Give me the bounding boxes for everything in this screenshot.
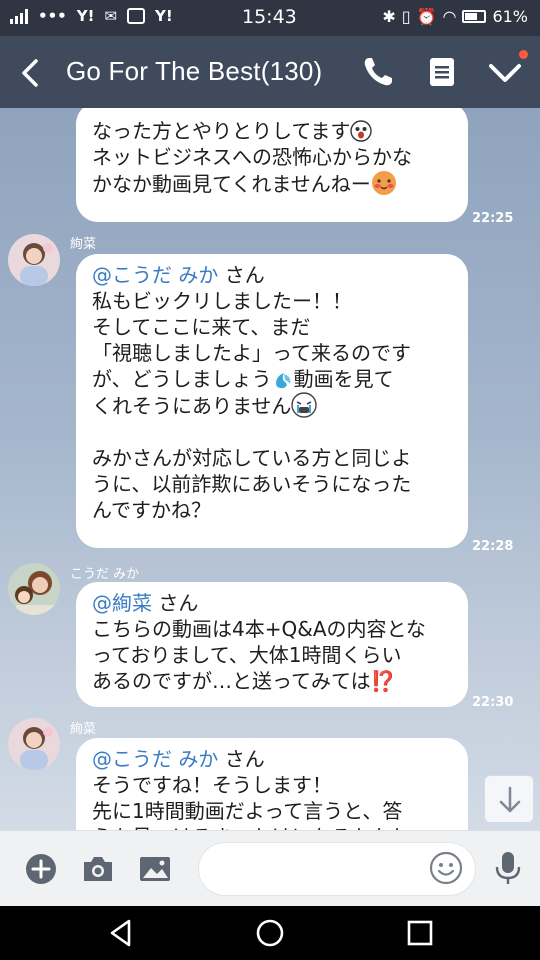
message-line: みかさんが対応している方と同じよ うに、以前詐欺にあいそうになった んですかね？ (92, 446, 412, 522)
message-bubble[interactable]: @絢菜 さん こちらの動画は4本+Q&Aの内容とな っておりまして、大体1時間く… (76, 582, 468, 707)
sender-name: こうだ みか (70, 567, 140, 582)
scroll-to-bottom-button[interactable] (484, 775, 534, 823)
instagram-icon (127, 8, 146, 24)
plus-icon[interactable] (23, 851, 59, 887)
sweat-drop-emoji-icon (275, 373, 291, 389)
carrier-b: Y! (155, 7, 173, 25)
message-text: @こうだ みか さん 私もビックリしましたー！！ そしてここに来て、まだ 「視聴… (92, 262, 454, 523)
alarm-icon: ⏰ (416, 7, 437, 26)
message-line: そうですね！そうします！ 先に1時間動画だよって言うと、答 えを見つけるきっかけ… (92, 773, 411, 830)
scared-emoji-icon (350, 120, 373, 142)
message-text: @こうだ みか さん そうですね！そうします！ 先に1時間動画だよって言うと、答… (92, 746, 454, 830)
status-bar: ••• Y! ✉ Y! 15:43 ✱ ▯ ⏰ ◠ 61% (0, 0, 540, 36)
mail-icon: ✉ (104, 7, 118, 25)
camera-icon[interactable] (80, 851, 116, 887)
mention-suffix: さん (218, 263, 265, 287)
message-bubble[interactable]: なった方とやりとりしてます ネットビジネスへの恐怖心からかな かなか動画見てくれ… (76, 108, 468, 222)
chat-header: Go For The Best(130) (0, 36, 540, 108)
message-input-bar (0, 830, 540, 906)
carrier-a: Y! (76, 7, 95, 25)
message-time: 22:30 (472, 695, 514, 710)
image-icon[interactable] (137, 851, 173, 887)
avatar[interactable] (8, 234, 60, 286)
sender-name: 絢菜 (70, 722, 97, 737)
battery-percent: 61% (492, 7, 528, 26)
chat-area[interactable]: なった方とやりとりしてます ネットビジネスへの恐怖心からかな かなか動画見てくれ… (0, 108, 540, 830)
nav-back-icon[interactable] (104, 916, 138, 950)
battery-icon (462, 10, 487, 23)
message-line: ネットビジネスへの恐怖心からかな かなか動画見てくれませんねー (92, 145, 412, 196)
message-bubble[interactable]: @こうだ みか さん そうですね！そうします！ 先に1時間動画だよって言うと、答… (76, 738, 468, 830)
wifi-icon: ◠ (442, 7, 457, 26)
message-line: なった方とやりとりしてます (92, 119, 351, 143)
status-left: ••• Y! ✉ Y! (10, 7, 173, 25)
signal-icon (10, 8, 28, 24)
blushing-emoji-icon (371, 171, 396, 195)
more-icon: ••• (38, 7, 67, 25)
chevron-down-icon[interactable] (486, 56, 524, 88)
mention-link[interactable]: @こうだ みか (92, 263, 218, 287)
chevron-left-icon[interactable] (14, 56, 48, 90)
arrow-down-icon (499, 786, 521, 813)
mention-link[interactable]: @絢菜 (92, 591, 152, 615)
interrobang-emoji: ⁉️ (370, 669, 396, 693)
message-bubble[interactable]: @こうだ みか さん 私もビックリしましたー！！ そしてここに来て、まだ 「視聴… (76, 254, 468, 548)
mention-suffix: さん (152, 591, 199, 615)
smiley-icon[interactable] (428, 850, 464, 886)
mention-suffix: さん (218, 747, 265, 771)
message-time: 22:28 (472, 539, 514, 554)
avatar-image (8, 563, 60, 615)
status-time: 15:43 (242, 6, 297, 28)
nav-recents-icon[interactable] (403, 916, 437, 950)
message-text: @絢菜 さん こちらの動画は4本+Q&Aの内容とな っておりまして、大体1時間く… (92, 590, 454, 694)
bluetooth-icon: ✱ (382, 7, 396, 26)
message-time: 22:25 (472, 211, 514, 226)
avatar-image (8, 234, 60, 286)
microphone-icon[interactable] (490, 850, 526, 886)
crying-emoji-icon (291, 392, 318, 418)
note-icon[interactable] (428, 56, 456, 88)
avatar-image (8, 718, 60, 770)
vibrate-icon: ▯ (401, 7, 411, 26)
chat-title[interactable]: Go For The Best(130) (66, 56, 322, 87)
phone-icon[interactable] (360, 54, 396, 90)
avatar[interactable] (8, 718, 60, 770)
avatar[interactable] (8, 563, 60, 615)
notification-dot (519, 50, 528, 59)
sender-name: 絢菜 (70, 237, 97, 252)
message-text: なった方とやりとりしてます ネットビジネスへの恐怖心からかな かなか動画見てくれ… (92, 118, 454, 197)
nav-home-icon[interactable] (253, 916, 287, 950)
system-nav-bar (0, 906, 540, 960)
mention-link[interactable]: @こうだ みか (92, 747, 218, 771)
status-right: ✱ ▯ ⏰ ◠ 61% (382, 7, 528, 26)
